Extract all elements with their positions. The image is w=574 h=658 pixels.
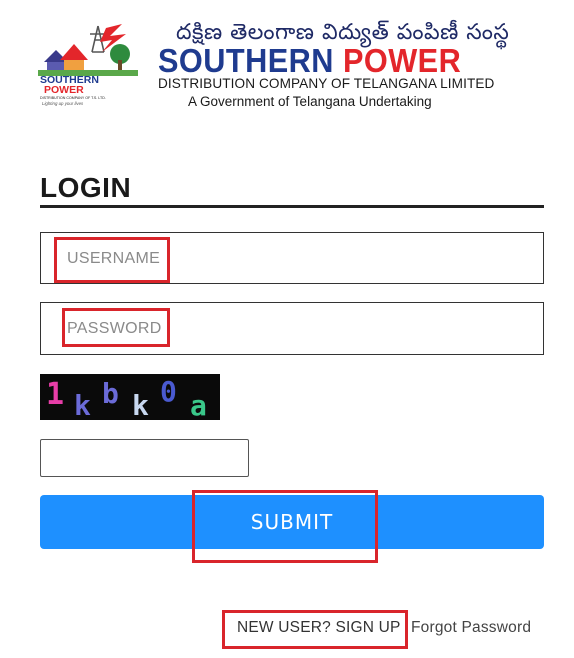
emblem-tagline-text: Lighting up your lives xyxy=(42,101,84,106)
signup-link[interactable]: NEW USER? SIGN UP xyxy=(237,619,401,637)
brand-company-name: DISTRIBUTION COMPANY OF TELANGANA LIMITE… xyxy=(158,76,495,91)
password-input[interactable]: PASSWORD xyxy=(40,302,544,355)
brand-title: SOUTHERN POWER xyxy=(158,42,461,80)
emblem-power-text: POWER xyxy=(44,84,84,96)
captcha-char: b xyxy=(102,377,119,410)
submit-button[interactable]: SUBMIT xyxy=(40,495,544,549)
username-placeholder: USERNAME xyxy=(67,250,161,267)
brand-southern-word: SOUTHERN xyxy=(158,42,334,79)
emblem-company-text: DISTRIBUTION COMPANY OF T.S. LTD. xyxy=(40,96,106,100)
brand-undertaking: A Government of Telangana Undertaking xyxy=(188,94,432,109)
captcha-graphic: 1kbk0a xyxy=(46,375,207,422)
login-heading-divider xyxy=(40,205,544,208)
submit-button-label: SUBMIT xyxy=(250,510,334,534)
captcha-input[interactable] xyxy=(40,439,249,477)
login-heading: LOGIN xyxy=(40,172,132,203)
password-placeholder: PASSWORD xyxy=(67,320,162,337)
captcha-image: 1kbk0a xyxy=(40,374,220,422)
captcha-char: 0 xyxy=(160,375,177,408)
tsspdcl-logo: SOUTHERN POWER DISTRIBUTION COMPANY OF T… xyxy=(36,22,144,106)
captcha-char: k xyxy=(132,389,149,420)
captcha-char: k xyxy=(74,389,91,420)
captcha-char: a xyxy=(190,389,207,420)
captcha-char: 1 xyxy=(46,377,64,412)
logo-emblem-icon: SOUTHERN POWER DISTRIBUTION COMPANY OF T… xyxy=(38,24,138,106)
username-input[interactable]: USERNAME xyxy=(40,232,544,284)
brand-power-word: POWER xyxy=(342,42,462,79)
forgot-password-link[interactable]: Forgot Password xyxy=(411,619,531,637)
